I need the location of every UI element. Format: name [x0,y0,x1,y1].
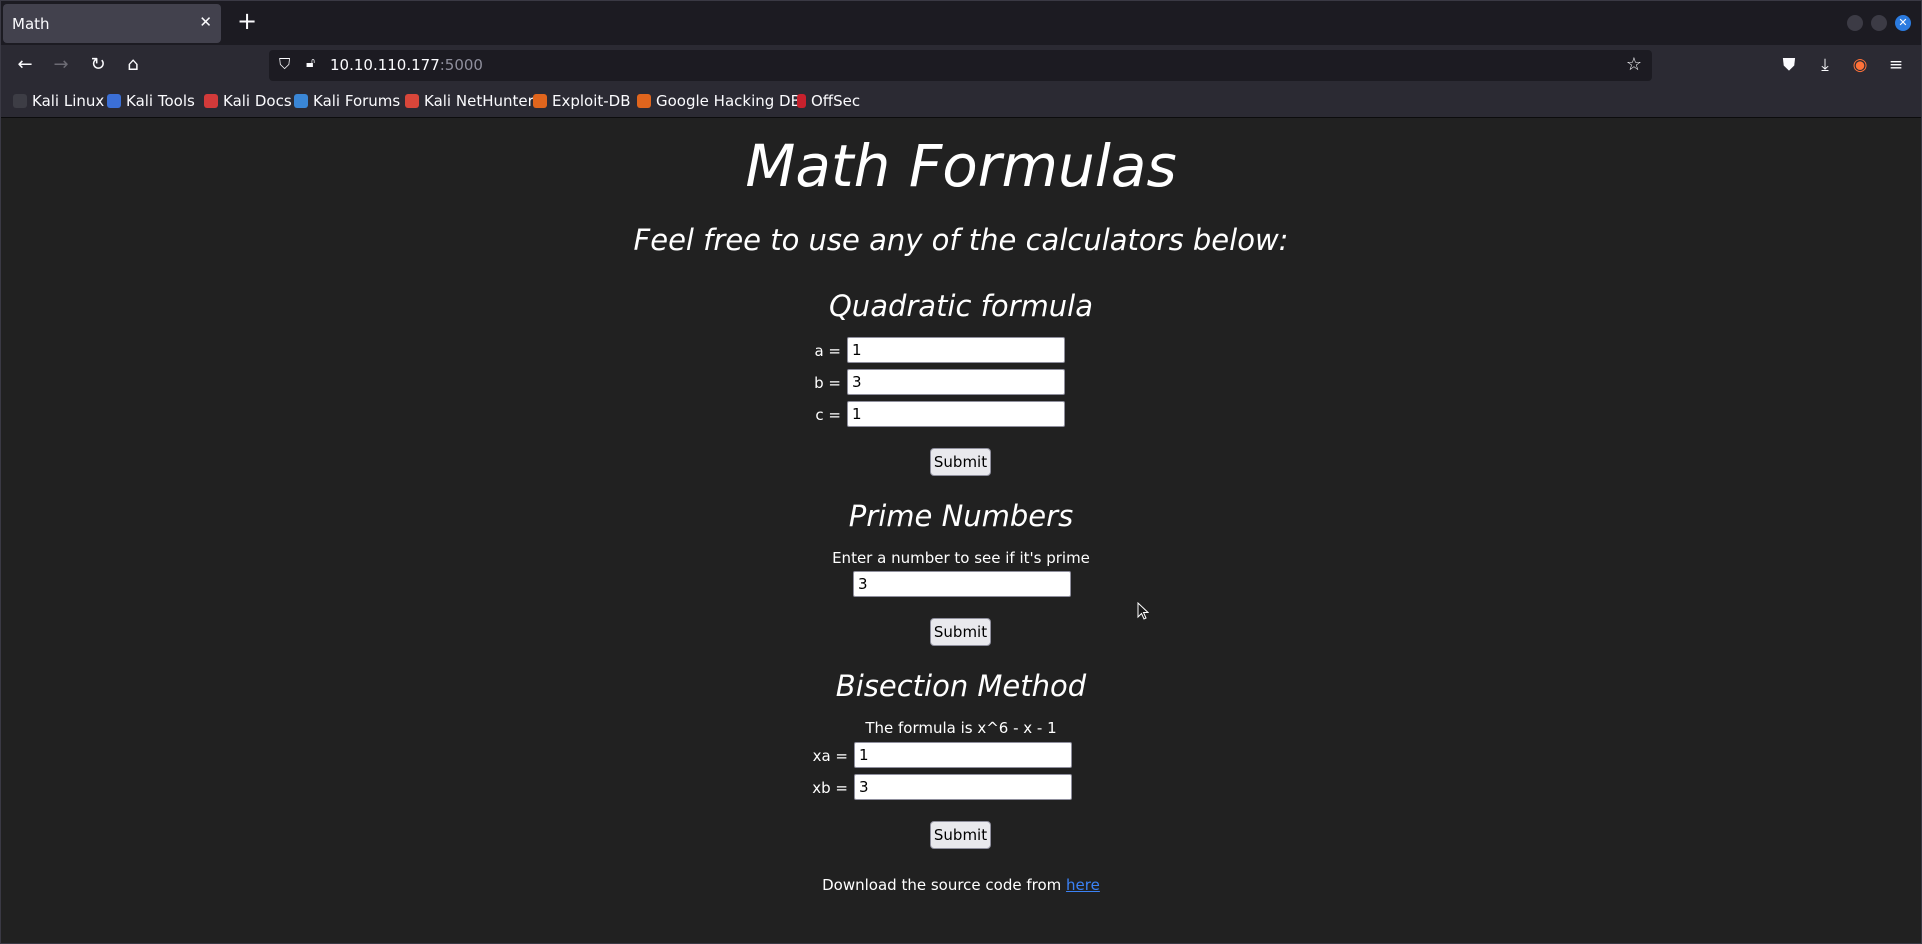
bookmark-kali-tools[interactable]: Kali Tools [107,92,195,110]
tab-title: Math [12,15,50,33]
plus-icon[interactable]: + [237,9,257,33]
bookmark-label: Kali Docs [223,92,292,110]
c-input[interactable] [847,401,1065,427]
bookmark-label: Kali NetHunter [424,92,534,110]
bookmark-kali-nethunter[interactable]: Kali NetHunter [405,92,534,110]
reload-icon[interactable]: ↻ [85,52,111,78]
url-port: :5000 [439,56,483,74]
offsec-icon [797,94,806,108]
back-arrow-icon[interactable]: ← [12,52,38,78]
c-label: c = [815,406,841,424]
bookmark-google-hacking-db[interactable]: Google Hacking DB [637,92,801,110]
url-text[interactable]: 10.10.110.177:5000 [330,56,483,74]
footer-text: Download the source code from [822,876,1067,894]
prime-heading: Prime Numbers [848,499,1074,533]
xb-label: xb = [812,779,848,797]
prime-submit-button[interactable]: Submit [930,618,991,646]
a-input[interactable] [847,337,1065,363]
forward-arrow-icon[interactable]: → [48,52,74,78]
bisection-heading: Bisection Method [835,669,1087,703]
a-label: a = [814,342,841,360]
bookmark-kali-forums[interactable]: Kali Forums [294,92,400,110]
browser-window: Math ✕ + ✕ ← → ↻ ⌂ ⛉ 🔓︎ 10.10.110.177:50… [0,0,1922,944]
mouse-pointer-icon [1137,602,1149,620]
navigation-toolbar: ← → ↻ ⌂ ⛉ 🔓︎ 10.10.110.177:5000 ☆ ⛊ ⤓ ◉ … [1,45,1921,85]
download-icon[interactable]: ⤓ [1812,52,1838,78]
bookmark-label: Kali Forums [313,92,401,110]
bookmark-label: OffSec [811,92,861,110]
bookmark-label: Google Hacking DB [656,92,801,110]
lock-icon[interactable]: 🔓︎ [306,55,315,71]
b-label: b = [814,374,841,392]
kali-docs-icon [204,94,218,108]
close-icon[interactable]: ✕ [199,13,212,31]
prime-description: Enter a number to see if it's prime [832,549,1090,567]
bookmark-kali-linux[interactable]: Kali Linux [13,92,104,110]
page-title: Math Formulas [745,132,1177,200]
exploit-db-icon [533,94,547,108]
pocket-icon[interactable]: ⛊ [1776,52,1802,78]
url-bar[interactable]: ⛉ 🔓︎ 10.10.110.177:5000 ☆ [269,50,1652,81]
bookmark-label: Exploit-DB [552,92,631,110]
hamburger-menu-icon[interactable]: ≡ [1883,52,1909,78]
firefox-account-icon[interactable]: ◉ [1847,52,1873,78]
kali-tools-icon [107,94,121,108]
bookmark-kali-docs[interactable]: Kali Docs [204,92,292,110]
xa-input[interactable] [854,742,1072,768]
bookmark-exploit-db[interactable]: Exploit-DB [533,92,631,110]
close-window-button[interactable]: ✕ [1895,15,1911,31]
url-host: 10.10.110.177 [330,56,440,74]
home-icon[interactable]: ⌂ [120,52,146,78]
bisection-description: The formula is x^6 - x - 1 [865,719,1057,737]
bookmark-offsec[interactable]: OffSec [797,92,860,110]
tab-math[interactable]: Math ✕ [3,4,221,43]
bookmark-label: Kali Linux [32,92,105,110]
quadratic-heading: Quadratic formula [828,289,1093,323]
kali-forums-icon [294,94,308,108]
maximize-window-button[interactable] [1871,15,1887,31]
kali-dragon-icon [13,94,27,108]
b-input[interactable] [847,369,1065,395]
nethunter-icon [405,94,419,108]
shield-icon[interactable]: ⛉ [279,55,290,73]
prime-number-input[interactable] [853,571,1071,597]
footer-note: Download the source code from here [1,876,1921,894]
xb-input[interactable] [854,774,1072,800]
bisection-submit-button[interactable]: Submit [930,821,991,849]
bookmark-label: Kali Tools [126,92,195,110]
quadratic-submit-button[interactable]: Submit [930,448,991,476]
xa-label: xa = [812,747,848,765]
bookmarks-toolbar: Kali Linux Kali Tools Kali Docs Kali For… [1,85,1921,118]
minimize-window-button[interactable] [1847,15,1863,31]
ghdb-icon [637,94,651,108]
page-subtitle: Feel free to use any of the calculators … [633,223,1289,257]
bookmark-star-icon[interactable]: ☆ [1626,54,1642,75]
tab-strip: Math ✕ + ✕ [1,1,1921,45]
page-content: Math Formulas Feel free to use any of th… [1,118,1921,943]
source-download-link[interactable]: here [1066,876,1100,894]
